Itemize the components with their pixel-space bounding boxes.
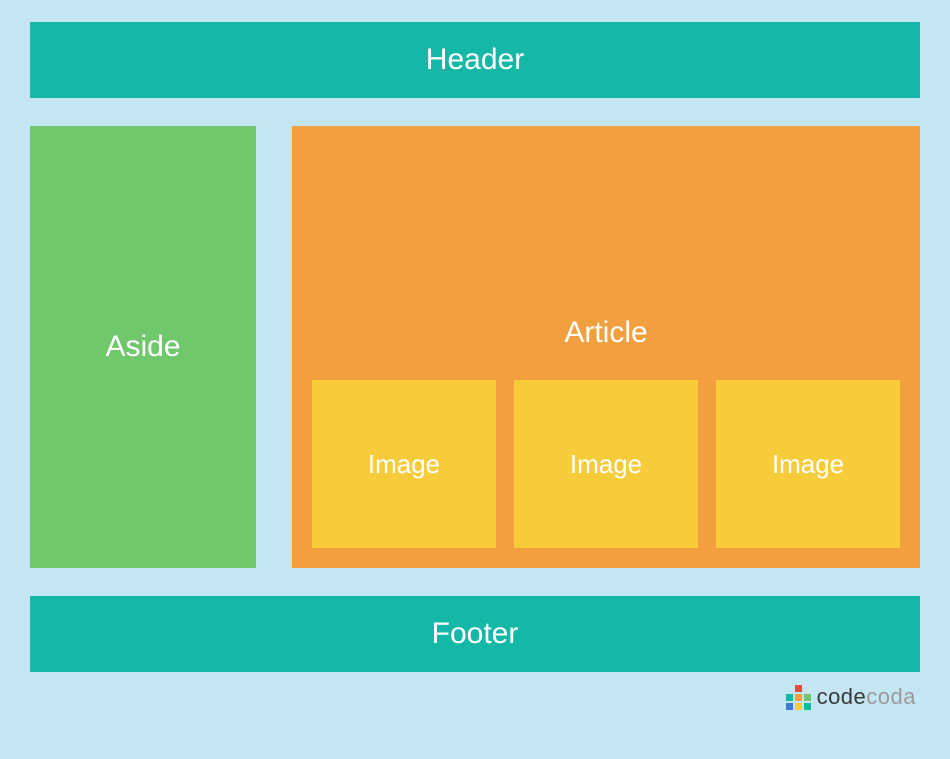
aside-label: Aside [105, 330, 180, 364]
middle-row: Aside Article Image Image Image [30, 126, 920, 568]
image-label: Image [772, 449, 844, 480]
logo-icon [786, 685, 811, 710]
branding-dark: code [817, 684, 867, 709]
image-box-1: Image [312, 380, 496, 548]
image-box-3: Image [716, 380, 900, 548]
image-box-2: Image [514, 380, 698, 548]
branding: codecoda [30, 684, 920, 710]
image-label: Image [570, 449, 642, 480]
branding-text: codecoda [817, 684, 916, 710]
aside-block: Aside [30, 126, 256, 568]
footer-block: Footer [30, 596, 920, 672]
header-block: Header [30, 22, 920, 98]
footer-label: Footer [432, 617, 519, 651]
article-label: Article [564, 316, 647, 350]
image-label: Image [368, 449, 440, 480]
image-row: Image Image Image [312, 380, 900, 548]
branding-light: coda [866, 684, 916, 709]
article-block: Article Image Image Image [292, 126, 920, 568]
header-label: Header [426, 43, 524, 77]
